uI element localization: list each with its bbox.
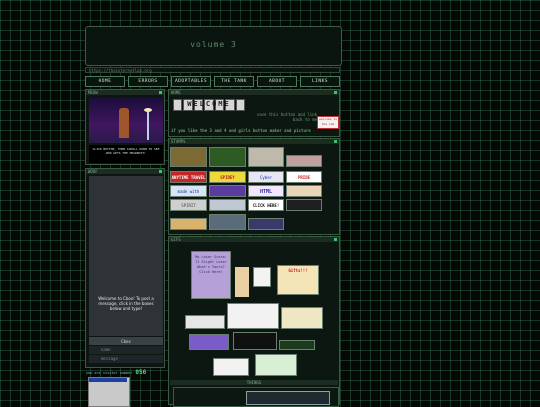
stamp-spirit: SPIRIT xyxy=(170,199,207,211)
card-caption: CLICK BUTTON, THEN SCROLL DOWN TO SEE WH… xyxy=(89,145,163,163)
stamp-cyber: Cyber xyxy=(248,171,284,183)
nav-home[interactable]: HOME xyxy=(85,76,125,87)
loser-score-gif[interactable]: My Loser Score: 71 Slight Loser What's Y… xyxy=(191,251,231,299)
nav-adoptables[interactable]: ADOPTABLES xyxy=(171,76,211,87)
banner-title: volume 3 xyxy=(190,40,237,49)
sidebar-chat-panel: WOOF Welcome to Cbox! To post a message,… xyxy=(85,168,165,368)
cbox-label: Cbox xyxy=(121,338,131,344)
cbox-name-input[interactable]: name xyxy=(89,346,163,354)
windows-dialog-image xyxy=(88,377,130,407)
stamp-12 xyxy=(286,199,322,211)
stamp-13 xyxy=(170,218,207,230)
lamp-post xyxy=(147,110,149,140)
pixel-art-scene xyxy=(89,98,163,143)
stamp-made-with: made with xyxy=(170,185,207,197)
nav-the-tank[interactable]: THE TANK xyxy=(214,76,254,87)
gifts-gif: Gifts!!! xyxy=(277,265,319,295)
sidebar-card-panel: MEOW CLICK BUTTON, THEN SCROLL DOWN TO S… xyxy=(85,89,165,165)
stamp-14 xyxy=(209,214,246,230)
stamp-8 xyxy=(286,185,322,197)
home-panel: HOME WELCOME save this button and link b… xyxy=(168,89,340,137)
gifs-panel: GIFS My Loser Score: 71 Slight Loser Wha… xyxy=(168,236,340,407)
home-head: HOME xyxy=(169,90,339,95)
gifs-head: GIFS xyxy=(169,237,339,242)
stamp-15 xyxy=(248,218,284,230)
gif-row2-2 xyxy=(227,303,279,329)
visitor-label: you are visitor number xyxy=(86,370,133,375)
stamps-head: STAMPS xyxy=(169,139,339,144)
welcome-word: WELCOME xyxy=(187,100,231,108)
nav-about[interactable]: ABOUT xyxy=(257,76,297,87)
visitor-count: 056 xyxy=(135,369,147,376)
stamp-anytime-travel: ANYTIME TRAVEL xyxy=(170,171,207,183)
gif-row3-1 xyxy=(189,334,229,350)
nav-links[interactable]: LINKS xyxy=(300,76,340,87)
notes-gif xyxy=(253,267,271,287)
stamp-10 xyxy=(209,199,246,211)
url-bar: https://theinternetlab.org xyxy=(85,67,340,73)
nav-errors[interactable]: ERRORS xyxy=(128,76,168,87)
stamp-spidey: SPIDEY xyxy=(209,171,246,183)
stamp-2 xyxy=(209,147,246,167)
character-figure xyxy=(119,108,129,138)
site-banner: volume 3 xyxy=(85,26,342,66)
sidebar-card-head: MEOW xyxy=(86,90,164,95)
gif-row4-2 xyxy=(255,354,297,376)
things-head: THINGS xyxy=(170,380,338,385)
character-sprite xyxy=(235,267,249,297)
stamp-html: HTML xyxy=(248,185,284,197)
cbox-name-bar[interactable]: Cbox xyxy=(89,337,163,345)
sidebar-woof-head: WOOF xyxy=(86,169,164,174)
cbox-welcome: Welcome to Cbox! To post a message, clic… xyxy=(98,296,154,311)
gif-row2-1 xyxy=(185,315,225,329)
announcement: if you like the 3 and 4 and girls button… xyxy=(171,128,311,133)
lamp-light xyxy=(144,108,152,112)
main-nav: HOME ERRORS ADOPTABLES THE TANK ABOUT LI… xyxy=(85,76,340,87)
cbox-messages[interactable]: Welcome to Cbox! To post a message, clic… xyxy=(89,176,163,336)
gif-row2-3 xyxy=(281,307,323,329)
stamps-panel: STAMPS ANYTIME TRAVEL SPIDEY Cyber PRIDE… xyxy=(168,138,340,235)
stamp-6 xyxy=(209,185,246,197)
stamp-1 xyxy=(170,147,207,167)
things-panel xyxy=(173,387,339,407)
stamp-4 xyxy=(286,155,322,167)
things-image xyxy=(246,391,330,405)
gif-row3-3 xyxy=(279,340,315,350)
stamp-pride: PRIDE xyxy=(286,171,322,183)
cbox-message-input[interactable]: message xyxy=(89,355,163,363)
save-text: save this button and link back to me xyxy=(256,112,317,122)
dialog-titlebar xyxy=(89,378,127,382)
visitor-counter: you are visitor number 056 xyxy=(86,369,166,376)
gif-row4-1 xyxy=(213,358,249,376)
gif-row3-2 xyxy=(233,332,277,350)
stamp-click-here[interactable]: CLICK HERE! xyxy=(248,199,284,211)
stamp-3 xyxy=(248,147,284,167)
